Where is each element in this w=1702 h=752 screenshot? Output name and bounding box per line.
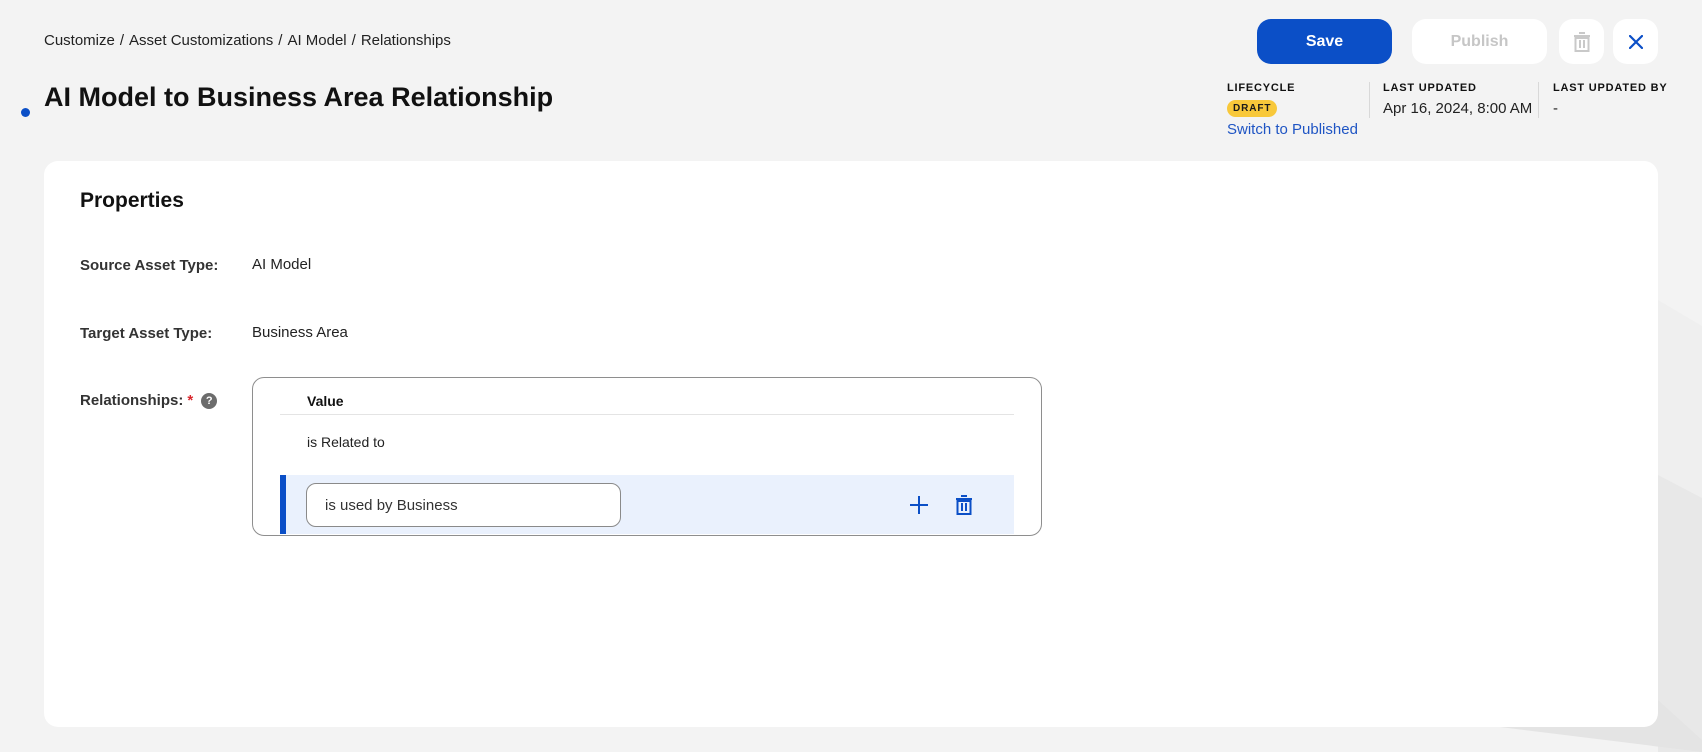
meta-divider <box>1538 82 1539 118</box>
breadcrumb-separator: / <box>119 32 125 49</box>
target-asset-type-label: Target Asset Type: <box>80 325 213 342</box>
last-updated-label: LAST UPDATED <box>1383 82 1477 94</box>
delete-row-button[interactable] <box>952 493 976 517</box>
save-button[interactable]: Save <box>1257 19 1392 64</box>
trash-icon <box>956 495 972 515</box>
last-updated-by-value: - <box>1553 100 1558 117</box>
lifecycle-label: LIFECYCLE <box>1227 82 1296 94</box>
table-header: Value <box>280 378 1014 415</box>
page-title: AI Model to Business Area Relationship <box>44 82 554 112</box>
breadcrumb-item-customize[interactable]: Customize <box>44 32 115 49</box>
relationship-value-input[interactable] <box>306 483 621 527</box>
last-updated-by-section: LAST UPDATED BY - <box>1553 82 1667 117</box>
lifecycle-section: LIFECYCLE DRAFT Switch to Published <box>1227 82 1358 138</box>
target-asset-type-value: Business Area <box>252 324 348 341</box>
table-edit-row <box>280 475 1014 534</box>
trash-icon <box>1573 31 1590 52</box>
properties-title: Properties <box>80 189 184 212</box>
table-row[interactable]: is Related to <box>307 434 385 450</box>
properties-card: Properties Source Asset Type: AI Model T… <box>44 161 1658 727</box>
breadcrumb-item-relationships: Relationships <box>360 32 451 49</box>
unsaved-indicator-dot <box>21 108 30 117</box>
relationships-table: Value is Related to <box>252 377 1042 536</box>
last-updated-by-label: LAST UPDATED BY <box>1553 82 1668 94</box>
close-icon <box>1628 34 1643 49</box>
publish-button[interactable]: Publish <box>1412 19 1547 64</box>
active-row-indicator <box>280 475 286 534</box>
source-asset-type-value: AI Model <box>252 256 312 273</box>
column-header-value: Value <box>307 393 344 409</box>
breadcrumb-item-ai-model[interactable]: AI Model <box>287 32 346 49</box>
close-button[interactable] <box>1613 19 1658 64</box>
required-asterisk: * <box>187 392 194 409</box>
breadcrumb-item-asset-customizations[interactable]: Asset Customizations <box>129 32 273 49</box>
switch-to-published-link[interactable]: Switch to Published <box>1227 121 1358 138</box>
breadcrumb-separator: / <box>351 32 356 49</box>
relationships-label: Relationships: <box>80 392 184 409</box>
breadcrumb: Customize / Asset Customizations / AI Model /… <box>44 32 451 49</box>
relationships-label-group: Relationships: * ? <box>80 392 218 409</box>
last-updated-section: LAST UPDATED Apr 16, 2024, 8:00 AM <box>1383 82 1532 117</box>
help-icon[interactable]: ? <box>201 392 218 409</box>
breadcrumb-separator: / <box>278 32 283 49</box>
plus-icon <box>910 496 928 514</box>
delete-button[interactable] <box>1559 19 1604 64</box>
last-updated-value: Apr 16, 2024, 8:00 AM <box>1383 100 1533 117</box>
add-row-button[interactable] <box>907 493 931 517</box>
source-asset-type-label: Source Asset Type: <box>80 257 219 274</box>
lifecycle-status-badge: DRAFT <box>1227 100 1278 117</box>
meta-divider <box>1369 82 1370 118</box>
